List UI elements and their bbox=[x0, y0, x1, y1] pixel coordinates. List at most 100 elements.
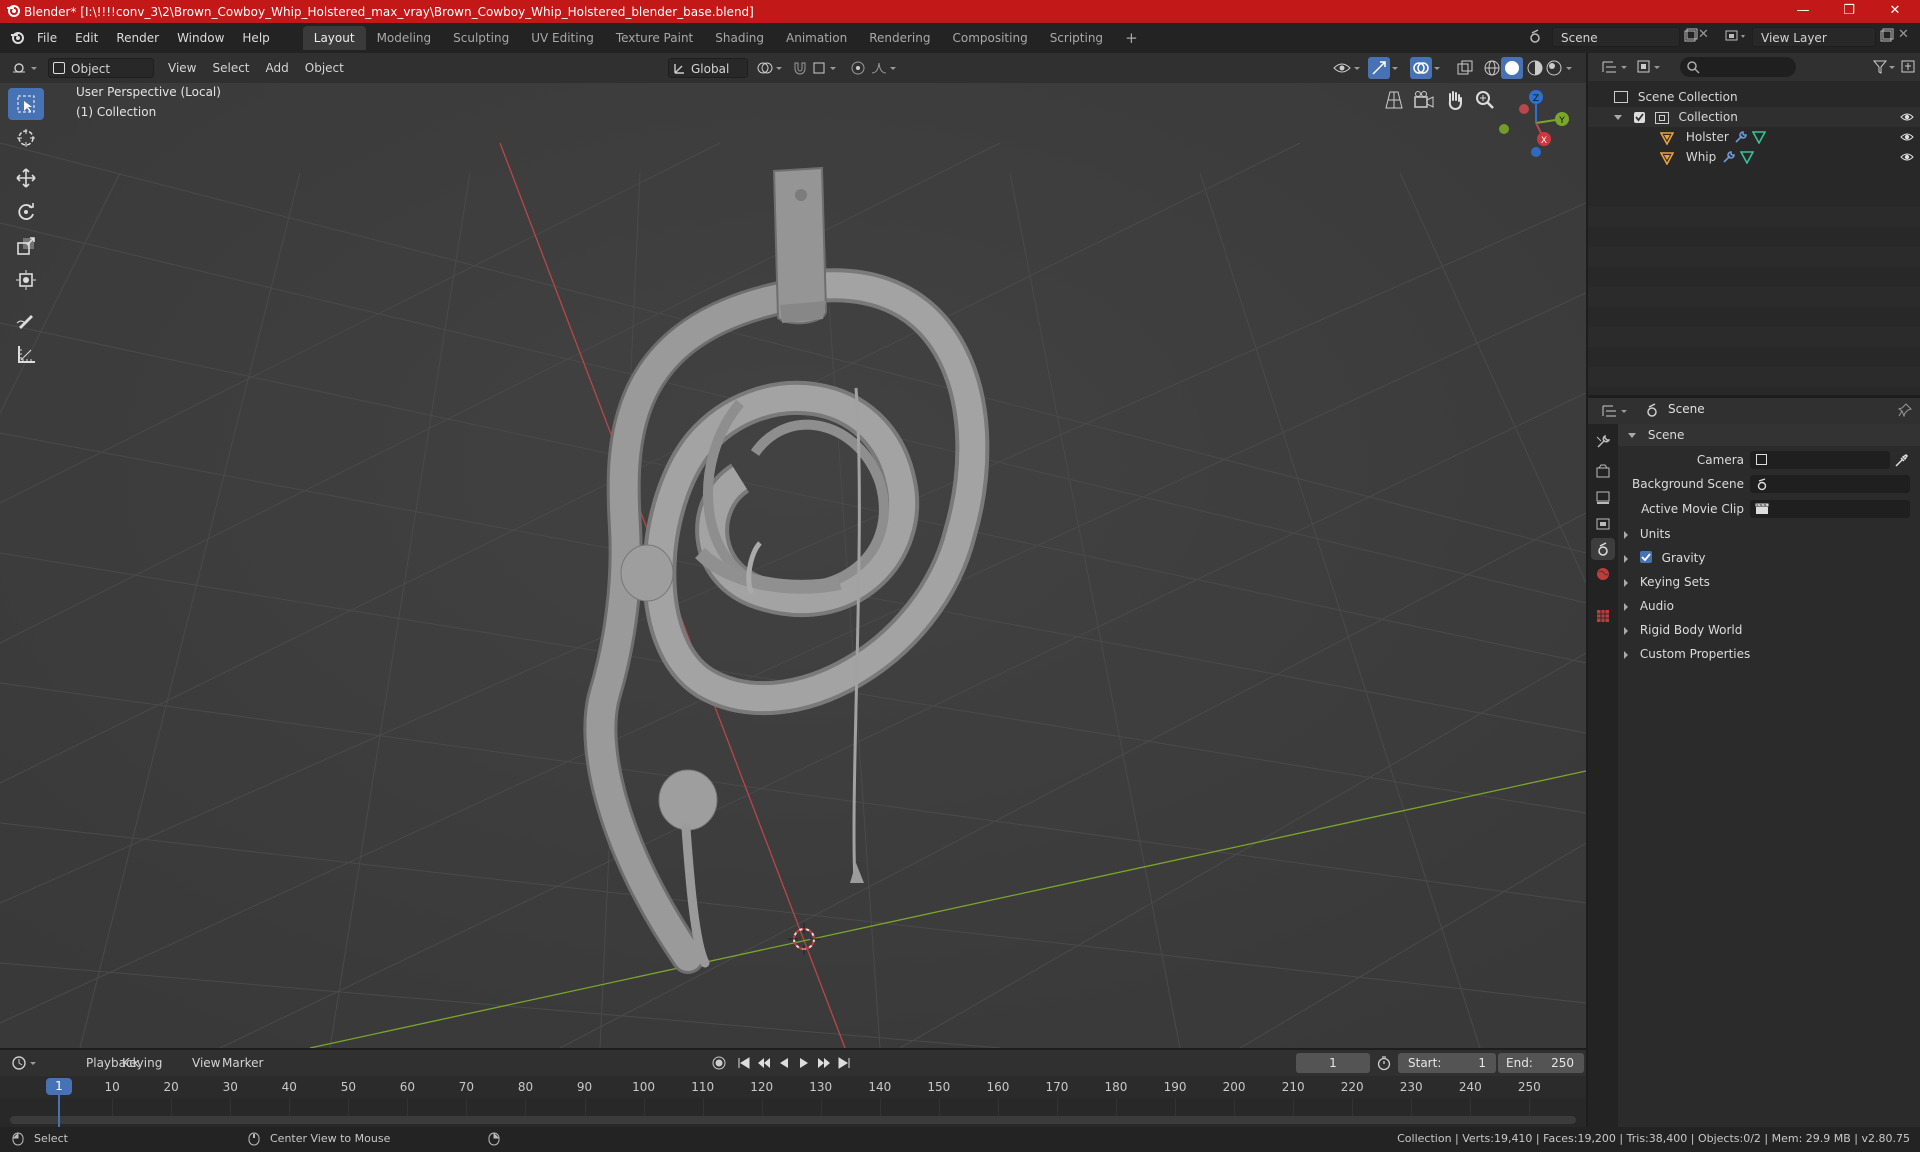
close-button[interactable]: ✕ bbox=[1872, 0, 1918, 23]
collection-checkbox[interactable] bbox=[1633, 112, 1645, 123]
current-frame-field[interactable]: 1 bbox=[1296, 1053, 1370, 1073]
tab-animation[interactable]: Animation bbox=[775, 26, 858, 50]
material-preview-icon[interactable] bbox=[1525, 58, 1545, 78]
rendered-shading-icon[interactable] bbox=[1544, 58, 1564, 78]
pivot-point-icon[interactable] bbox=[756, 60, 784, 76]
playhead-frame-badge[interactable]: 1 bbox=[46, 1078, 72, 1095]
end-frame-field[interactable]: End: 250 bbox=[1498, 1053, 1584, 1073]
active-movie-clip-field[interactable] bbox=[1750, 500, 1910, 518]
collection-expand-icon[interactable] bbox=[1614, 115, 1622, 120]
outliner-search-field[interactable] bbox=[1680, 57, 1796, 77]
delete-view-layer-icon[interactable]: ✕ bbox=[1898, 27, 1909, 42]
timeline-scrollbar[interactable] bbox=[10, 1116, 1576, 1124]
outliner-collection-row[interactable]: Collection bbox=[1588, 107, 1920, 127]
jump-to-start-button[interactable] bbox=[736, 1055, 752, 1071]
filter-icon[interactable] bbox=[1872, 58, 1898, 76]
blender-menu-icon[interactable] bbox=[10, 31, 24, 45]
move-tool[interactable] bbox=[8, 162, 44, 194]
jump-to-end-button[interactable] bbox=[836, 1055, 852, 1071]
navigation-gizmo[interactable]: Z Y X bbox=[1496, 83, 1576, 163]
menu-view[interactable]: View bbox=[160, 58, 204, 78]
tab-texture-paint[interactable]: Texture Paint bbox=[605, 26, 704, 50]
transform-tool[interactable] bbox=[8, 264, 44, 296]
show-overlays-toggle[interactable] bbox=[1410, 57, 1432, 79]
holster-model[interactable] bbox=[772, 166, 828, 325]
3d-viewport[interactable]: User Perspective (Local) (1) Collection … bbox=[0, 83, 1586, 1048]
menu-render[interactable]: Render bbox=[107, 27, 168, 49]
add-workspace-button[interactable]: + bbox=[1114, 26, 1149, 50]
jump-to-keyframe-back-button[interactable] bbox=[756, 1055, 772, 1071]
viewport-scene[interactable] bbox=[0, 83, 1586, 1048]
menu-help[interactable]: Help bbox=[233, 27, 278, 49]
properties-editor-type-icon[interactable] bbox=[1600, 402, 1630, 420]
outliner-whip-row[interactable]: Whip bbox=[1588, 147, 1920, 167]
menu-window[interactable]: Window bbox=[168, 27, 233, 49]
proportional-editing-icon[interactable] bbox=[850, 60, 866, 76]
render-tab-icon[interactable] bbox=[1595, 464, 1611, 480]
scale-tool[interactable] bbox=[8, 230, 44, 262]
record-button[interactable] bbox=[711, 1055, 727, 1071]
scene-section-header[interactable]: Scene bbox=[1618, 424, 1920, 446]
selectability-visibility-icon[interactable] bbox=[1332, 59, 1362, 77]
new-view-layer-icon[interactable] bbox=[1878, 28, 1894, 44]
audio-panel-header[interactable]: Audio bbox=[1624, 595, 1920, 617]
rotate-tool[interactable] bbox=[8, 196, 44, 228]
mode-dropdown[interactable]: Object Mode bbox=[48, 58, 154, 96]
snap-target-icon[interactable] bbox=[812, 60, 840, 76]
gravity-checkbox[interactable] bbox=[1639, 551, 1652, 563]
keying-sets-panel-header[interactable]: Keying Sets bbox=[1624, 571, 1920, 593]
view-layer-tab-icon[interactable] bbox=[1595, 516, 1611, 532]
orientation-dropdown[interactable]: Global bbox=[668, 58, 748, 78]
snap-magnet-icon[interactable] bbox=[792, 60, 808, 76]
texture-tab-icon[interactable] bbox=[1595, 608, 1611, 624]
timeline-track-area[interactable]: 10 20 30 40 50 60 70 80 90 100 110 120 130 140 150 160 1… bbox=[0, 1076, 1586, 1129]
whip-visibility-eye-icon[interactable] bbox=[1900, 150, 1914, 164]
menu-file[interactable]: File bbox=[28, 27, 66, 49]
tab-layout[interactable]: Layout bbox=[302, 26, 366, 50]
cursor-tool[interactable] bbox=[8, 122, 44, 154]
world-tab-icon[interactable] bbox=[1595, 566, 1611, 582]
background-scene-field[interactable] bbox=[1750, 475, 1910, 493]
outliner-editor-type-icon[interactable] bbox=[1600, 58, 1630, 76]
camera-view-icon[interactable] bbox=[1412, 88, 1436, 112]
new-scene-icon[interactable] bbox=[1682, 28, 1698, 44]
play-button[interactable] bbox=[796, 1055, 812, 1071]
holster-mesh-data-icon[interactable] bbox=[1751, 130, 1767, 145]
editor-type-icon[interactable] bbox=[10, 58, 40, 78]
display-mode-icon[interactable] bbox=[1636, 58, 1666, 76]
zoom-magnifier-icon[interactable] bbox=[1473, 88, 1497, 112]
tab-uv-editing[interactable]: UV Editing bbox=[520, 26, 605, 50]
minimize-button[interactable]: — bbox=[1780, 0, 1826, 23]
gizmo-options-icon[interactable] bbox=[1390, 63, 1400, 73]
menu-edit[interactable]: Edit bbox=[66, 27, 107, 49]
tab-scripting[interactable]: Scripting bbox=[1039, 26, 1114, 50]
custom-properties-panel-header[interactable]: Custom Properties bbox=[1624, 643, 1920, 665]
holster-modifier-wrench-icon[interactable] bbox=[1734, 130, 1748, 144]
tab-rendering[interactable]: Rendering bbox=[858, 26, 941, 50]
gravity-panel-header[interactable]: Gravity bbox=[1624, 547, 1920, 569]
stopwatch-icon[interactable] bbox=[1376, 1055, 1392, 1071]
tab-sculpting[interactable]: Sculpting bbox=[442, 26, 520, 50]
keying-menu[interactable]: Keying bbox=[114, 1053, 170, 1073]
tab-modeling[interactable]: Modeling bbox=[366, 26, 443, 50]
frame-ruler[interactable]: 10 20 30 40 50 60 70 80 90 100 110 120 130 140 150 160 1… bbox=[0, 1076, 1586, 1098]
delete-scene-icon[interactable]: ✕ bbox=[1698, 27, 1709, 42]
eyedropper-icon[interactable] bbox=[1894, 453, 1908, 467]
view-layer-field[interactable]: View Layer bbox=[1752, 27, 1876, 47]
tab-shading[interactable]: Shading bbox=[704, 26, 775, 50]
jump-to-keyframe-forward-button[interactable] bbox=[816, 1055, 832, 1071]
scene-name-field[interactable]: Scene bbox=[1552, 27, 1680, 47]
collection-visibility-eye-icon[interactable] bbox=[1900, 110, 1914, 124]
pan-hand-icon[interactable] bbox=[1443, 88, 1467, 112]
toggle-perspective-icon[interactable] bbox=[1382, 88, 1406, 112]
select-box-tool[interactable] bbox=[8, 88, 44, 120]
tab-compositing[interactable]: Compositing bbox=[941, 26, 1038, 50]
timeline-editor-type-icon[interactable] bbox=[10, 1054, 40, 1072]
start-frame-field[interactable]: Start: 1 bbox=[1398, 1053, 1496, 1073]
rigid-body-world-panel-header[interactable]: Rigid Body World bbox=[1624, 619, 1920, 641]
output-tab-icon[interactable] bbox=[1595, 490, 1611, 506]
play-reverse-button[interactable] bbox=[776, 1055, 792, 1071]
measure-tool[interactable] bbox=[8, 338, 44, 370]
whip-mesh-data-icon[interactable] bbox=[1739, 150, 1755, 165]
scene-tab-icon[interactable] bbox=[1591, 538, 1615, 560]
